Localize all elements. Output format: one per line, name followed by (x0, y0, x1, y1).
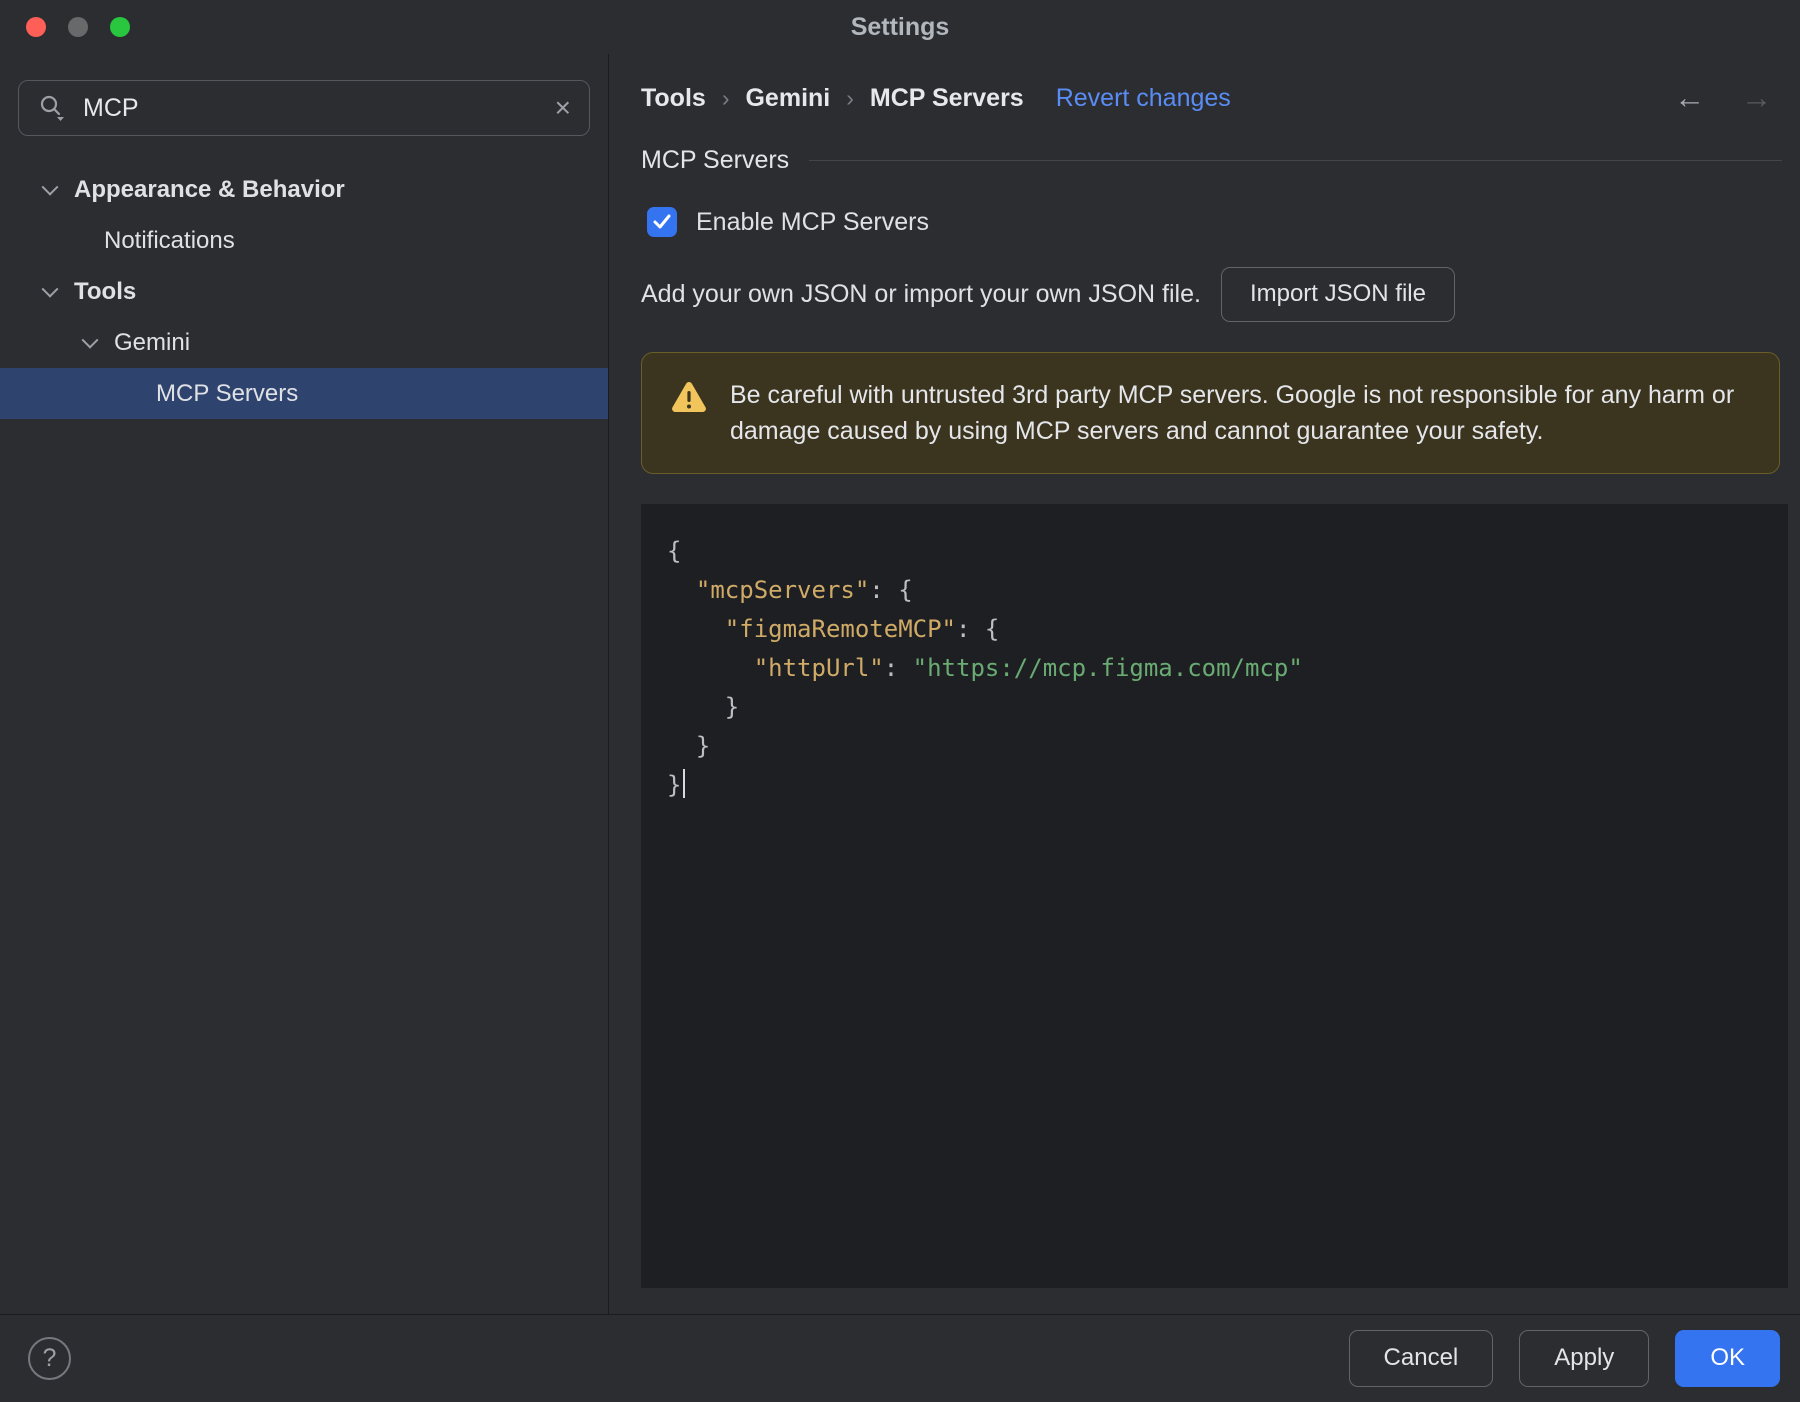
breadcrumb-item-gemini[interactable]: Gemini (745, 84, 830, 113)
revert-changes-link[interactable]: Revert changes (1056, 84, 1231, 113)
code-token: "httpUrl" (667, 653, 884, 682)
code-line: "mcpServers": { (667, 571, 1768, 610)
section-divider (809, 160, 1782, 161)
warning-icon (672, 381, 706, 412)
breadcrumb: Tools › Gemini › MCP Servers Revert chan… (641, 74, 1788, 122)
search-box[interactable]: × (18, 80, 590, 136)
breadcrumb-separator-icon: › (846, 84, 854, 111)
checkmark-icon (653, 214, 671, 229)
cancel-button[interactable]: Cancel (1348, 1330, 1494, 1387)
code-token: } (667, 731, 711, 760)
clear-search-icon[interactable]: × (555, 94, 571, 122)
window-title: Settings (850, 12, 950, 41)
breadcrumb-separator-icon: › (721, 84, 730, 111)
json-editor[interactable]: { "mcpServers": { "figmaRemoteMCP": { "h… (641, 503, 1788, 1288)
breadcrumb-item-mcp-servers: MCP Servers (869, 83, 1024, 112)
zoom-window-button[interactable] (110, 17, 130, 37)
code-line: } (667, 766, 1768, 805)
titlebar: Settings (0, 0, 1800, 54)
sidebar-item-tools[interactable]: Tools (0, 266, 608, 317)
footer-buttons: Cancel Apply OK (1348, 1330, 1780, 1387)
enable-mcp-checkbox[interactable] (647, 207, 677, 237)
sidebar-item-mcp-servers[interactable]: MCP Servers (0, 368, 608, 419)
settings-window: Settings × Appearance & Behavior (0, 0, 1800, 1402)
code-line: { (667, 532, 1768, 571)
code-line: "httpUrl": "https://mcp.figma.com/mcp" (667, 649, 1768, 688)
code-token: : { (955, 614, 1000, 643)
import-row: Add your own JSON or import your own JSO… (641, 267, 1788, 322)
settings-content: Tools › Gemini › MCP Servers Revert chan… (609, 54, 1800, 1314)
text-cursor (683, 768, 686, 798)
enable-mcp-label: Enable MCP Servers (696, 207, 929, 236)
code-token: : (883, 653, 913, 682)
sidebar-item-label: Tools (74, 277, 137, 305)
main-area: × Appearance & Behavior Notifications To… (0, 54, 1800, 1314)
chevron-down-icon[interactable] (41, 178, 59, 196)
chevron-down-icon[interactable] (41, 280, 59, 298)
help-button[interactable]: ? (28, 1337, 71, 1380)
code-token: "https://mcp.figma.com/mcp" (912, 653, 1303, 682)
minimize-window-button[interactable] (68, 17, 88, 37)
code-line: } (667, 688, 1768, 727)
section-header: MCP Servers (641, 146, 1788, 175)
code-token: { (667, 536, 682, 565)
dialog-footer: ? Cancel Apply OK (0, 1314, 1800, 1402)
ok-button[interactable]: OK (1675, 1330, 1780, 1387)
sidebar-item-gemini[interactable]: Gemini (0, 317, 608, 368)
breadcrumb-item-tools[interactable]: Tools (641, 84, 706, 113)
back-arrow-icon[interactable]: ← (1674, 80, 1705, 116)
search-input[interactable] (81, 92, 541, 124)
sidebar-item-label: Appearance & Behavior (74, 175, 345, 203)
chevron-down-icon[interactable] (81, 331, 99, 349)
code-token: "figmaRemoteMCP" (667, 614, 956, 643)
history-nav: ← → (1674, 80, 1788, 116)
code-line: "figmaRemoteMCP": { (667, 610, 1768, 649)
add-json-text: Add your own JSON or import your own JSO… (641, 279, 1201, 308)
forward-arrow-icon: → (1741, 80, 1772, 115)
import-json-button[interactable]: Import JSON file (1220, 267, 1455, 322)
settings-tree: Appearance & Behavior Notifications Tool… (0, 164, 608, 419)
sidebar-item-appearance-behavior[interactable]: Appearance & Behavior (0, 164, 608, 215)
sidebar-item-label: Gemini (114, 328, 191, 356)
apply-button[interactable]: Apply (1519, 1330, 1650, 1387)
sidebar-item-label: MCP Servers (156, 379, 299, 407)
code-token: : { (869, 575, 913, 604)
enable-mcp-row: Enable MCP Servers (641, 207, 1788, 237)
question-icon: ? (42, 1344, 57, 1372)
settings-sidebar: × Appearance & Behavior Notifications To… (0, 54, 609, 1314)
code-line: } (667, 727, 1768, 766)
sidebar-item-label: Notifications (104, 226, 235, 254)
close-window-button[interactable] (26, 17, 46, 37)
search-icon (40, 95, 64, 121)
section-title: MCP Servers (641, 146, 790, 174)
warning-banner: Be careful with untrusted 3rd party MCP … (641, 351, 1780, 474)
warning-text: Be careful with untrusted 3rd party MCP … (730, 380, 1735, 445)
traffic-lights (26, 17, 130, 37)
code-token: "mcpServers" (667, 575, 870, 604)
code-token: } (667, 692, 740, 721)
code-token: } (667, 770, 682, 799)
sidebar-item-notifications[interactable]: Notifications (0, 215, 608, 266)
